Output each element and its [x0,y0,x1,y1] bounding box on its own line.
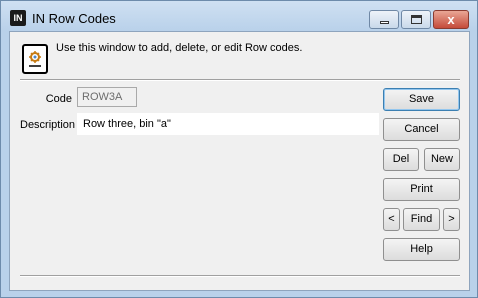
maximize-button[interactable] [401,10,431,29]
new-button[interactable]: New [424,148,460,171]
app-window: IN IN Row Codes x Use this window to add… [0,0,478,298]
bottom-divider [20,275,460,277]
print-button[interactable]: Print [383,178,460,201]
window-title: IN Row Codes [32,11,116,26]
delete-button[interactable]: Del [383,148,419,171]
previous-button[interactable]: < [383,208,400,231]
minimize-icon [380,21,389,24]
description-field[interactable]: Row three, bin "a" [77,113,379,135]
close-icon: x [447,12,455,27]
save-button[interactable]: Save [383,88,460,111]
code-field[interactable]: ROW3A [77,87,137,107]
next-button[interactable]: > [443,208,460,231]
app-icon: IN [10,10,26,26]
code-label: Code [45,93,72,105]
maximize-icon [411,15,422,24]
info-text: Use this window to add, delete, or edit … [56,42,303,54]
description-label: Description [20,119,76,131]
top-divider [20,79,460,81]
help-button[interactable]: Help [383,238,460,261]
find-button[interactable]: Find [403,208,440,231]
cancel-button[interactable]: Cancel [383,118,460,141]
minimize-button[interactable] [369,10,399,29]
window-content: Use this window to add, delete, or edit … [9,31,470,291]
title-bar[interactable]: IN IN Row Codes x [1,1,477,31]
document-gear-icon [22,44,48,74]
close-button[interactable]: x [433,10,469,29]
